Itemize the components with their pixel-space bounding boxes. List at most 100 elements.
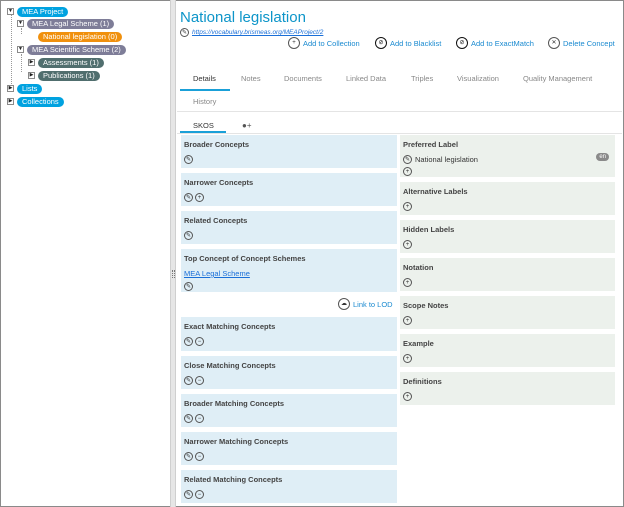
add-icon[interactable]: + xyxy=(403,354,412,363)
tab-documents[interactable]: Documents xyxy=(284,74,322,83)
edit-icon[interactable]: ✎ xyxy=(184,490,193,499)
close-matching-panel: Close Matching Concepts ✎ − xyxy=(181,356,397,389)
link-to-lod-button[interactable]: ☁ Link to LOD xyxy=(338,298,393,310)
splitter-grip-icon[interactable] xyxy=(172,270,175,278)
scope-notes-title: Scope Notes xyxy=(403,301,449,310)
concept-uri-link[interactable]: https://vocabulary.brismeas.org/MEAProje… xyxy=(192,29,323,36)
expand-icon[interactable]: ▶ xyxy=(7,85,14,92)
preferred-label-value: National legislation xyxy=(415,155,478,164)
remove-icon[interactable]: − xyxy=(195,452,204,461)
language-badge: en xyxy=(596,153,609,161)
remove-icon[interactable]: − xyxy=(195,337,204,346)
tree-node-publications[interactable]: ▶ Publications (1) xyxy=(28,70,100,81)
add-to-blacklist-label: Add to Blacklist xyxy=(390,38,442,48)
close-circle-icon: ✕ xyxy=(548,37,560,49)
tree-node-project[interactable]: ▼ MEA Project xyxy=(7,6,69,17)
expand-icon[interactable]: ▶ xyxy=(7,98,14,105)
edit-uri-icon[interactable]: ✎ xyxy=(180,28,189,37)
narrower-matching-title: Narrower Matching Concepts xyxy=(184,437,289,446)
preferred-label-entry: ✎ National legislation xyxy=(403,155,612,164)
link-to-lod-label: Link to LOD xyxy=(353,299,393,309)
edit-icon[interactable]: ✎ xyxy=(184,231,193,240)
tree-label-national-legislation[interactable]: National legislation (0) xyxy=(38,31,123,42)
tree-node-legal-scheme[interactable]: ▼ MEA Legal Scheme (1) xyxy=(17,18,115,29)
tree-node-scientific-scheme[interactable]: ▼ MEA Scientific Scheme (2) xyxy=(17,44,126,55)
tree-label-scientific-scheme[interactable]: MEA Scientific Scheme (2) xyxy=(27,44,126,55)
add-to-blacklist-button[interactable]: ⊘ Add to Blacklist xyxy=(375,37,441,49)
broader-concepts-title: Broader Concepts xyxy=(184,140,250,149)
remove-icon[interactable]: − xyxy=(195,414,204,423)
collapse-icon[interactable]: ▼ xyxy=(7,8,14,15)
broader-matching-title: Broader Matching Concepts xyxy=(184,399,285,408)
tab-history[interactable]: History xyxy=(193,97,216,106)
top-concept-title: Top Concept of Concept Schemes xyxy=(184,254,306,263)
delete-concept-label: Delete Concept xyxy=(563,38,615,48)
expand-icon[interactable]: ▶ xyxy=(28,72,35,79)
narrower-concepts-title: Narrower Concepts xyxy=(184,178,254,187)
blacklist-icon: ⊘ xyxy=(375,37,387,49)
add-icon[interactable]: + xyxy=(403,392,412,401)
exactmatch-icon: ⊘ xyxy=(456,37,468,49)
tree-label-lists[interactable]: Lists xyxy=(17,83,43,94)
add-icon[interactable]: + xyxy=(403,240,412,249)
add-to-exactmatch-button[interactable]: ⊘ Add to ExactMatch xyxy=(456,37,534,49)
collapse-icon[interactable]: ▼ xyxy=(17,46,24,53)
tree-label-publications[interactable]: Publications (1) xyxy=(38,70,100,81)
plus-circle-icon: + xyxy=(288,37,300,49)
related-matching-panel: Related Matching Concepts ✎ − xyxy=(181,470,397,503)
example-panel: Example + xyxy=(400,334,615,367)
add-icon[interactable]: + xyxy=(403,167,412,176)
edit-icon[interactable]: ✎ xyxy=(184,414,193,423)
tree-label-legal-scheme[interactable]: MEA Legal Scheme (1) xyxy=(27,18,115,29)
tab-details[interactable]: Details xyxy=(193,74,216,83)
edit-icon[interactable]: ✎ xyxy=(403,155,412,164)
delete-concept-button[interactable]: ✕ Delete Concept xyxy=(548,37,615,49)
remove-icon[interactable]: − xyxy=(195,490,204,499)
tree-node-lists[interactable]: ▶ Lists xyxy=(7,83,43,94)
tree-label-project[interactable]: MEA Project xyxy=(17,6,69,17)
collapse-icon[interactable]: ▼ xyxy=(17,20,24,27)
expand-icon[interactable]: ▶ xyxy=(28,59,35,66)
preferred-label-title: Preferred Label xyxy=(403,140,459,149)
subtab-skos[interactable]: SKOS xyxy=(193,121,214,130)
subtab-person[interactable]: ●+ xyxy=(242,121,252,130)
narrower-concepts-panel: Narrower Concepts ✎ + xyxy=(181,173,397,206)
broader-concepts-panel: Broader Concepts ✎ xyxy=(181,135,397,168)
add-to-collection-label: Add to Collection xyxy=(303,38,360,48)
active-tab-indicator xyxy=(180,89,230,91)
tab-linked-data[interactable]: Linked Data xyxy=(346,74,386,83)
hidden-labels-panel: Hidden Labels + xyxy=(400,220,615,253)
concept-uri: ✎ https://vocabulary.brismeas.org/MEAPro… xyxy=(180,28,323,37)
edit-icon[interactable]: ✎ xyxy=(184,337,193,346)
alternative-labels-title: Alternative Labels xyxy=(403,187,468,196)
add-icon[interactable]: + xyxy=(403,316,412,325)
tab-quality-management[interactable]: Quality Management xyxy=(523,74,592,83)
edit-icon[interactable]: ✎ xyxy=(184,452,193,461)
tree-label-assessments[interactable]: Assessments (1) xyxy=(38,57,104,68)
tree-node-assessments[interactable]: ▶ Assessments (1) xyxy=(28,57,104,68)
top-concept-link[interactable]: MEA Legal Scheme xyxy=(184,269,394,278)
page-title: National legislation xyxy=(180,9,306,26)
top-concept-panel: Top Concept of Concept Schemes MEA Legal… xyxy=(181,249,397,292)
edit-icon[interactable]: ✎ xyxy=(184,193,193,202)
exact-matching-panel: Exact Matching Concepts ✎ − xyxy=(181,317,397,351)
remove-icon[interactable]: − xyxy=(195,376,204,385)
tree-label-collections[interactable]: Collections xyxy=(17,96,64,107)
add-icon[interactable]: + xyxy=(403,278,412,287)
add-to-collection-button[interactable]: + Add to Collection xyxy=(288,37,360,49)
tab-triples[interactable]: Triples xyxy=(411,74,433,83)
notation-panel: Notation + xyxy=(400,258,615,291)
edit-icon[interactable]: ✎ xyxy=(184,376,193,385)
tab-notes[interactable]: Notes xyxy=(241,74,261,83)
related-matching-title: Related Matching Concepts xyxy=(184,475,283,484)
tree-node-national-legislation[interactable]: National legislation (0) xyxy=(38,31,123,42)
definitions-title: Definitions xyxy=(403,377,442,386)
pane-splitter[interactable] xyxy=(170,0,176,507)
tab-visualization[interactable]: Visualization xyxy=(457,74,499,83)
tab-divider xyxy=(177,111,622,112)
tree-node-collections[interactable]: ▶ Collections xyxy=(7,96,64,107)
add-icon[interactable]: + xyxy=(403,202,412,211)
add-icon[interactable]: + xyxy=(195,193,204,202)
edit-icon[interactable]: ✎ xyxy=(184,282,193,291)
edit-icon[interactable]: ✎ xyxy=(184,155,193,164)
